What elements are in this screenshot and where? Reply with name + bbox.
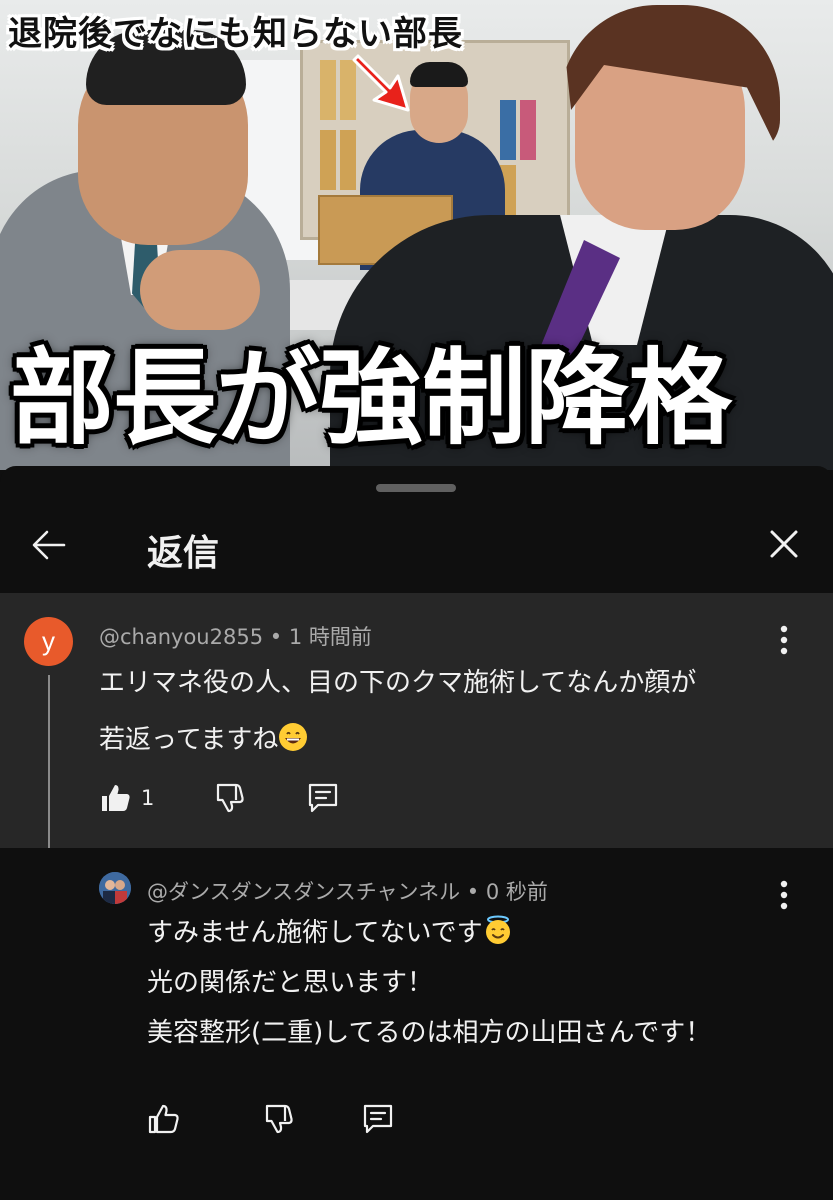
comment-author[interactable]: @chanyou2855 [99,625,263,649]
meta-separator: • [269,625,289,649]
meta-separator: • [466,880,486,904]
red-arrow-icon [352,54,410,112]
comment-body: エリマネ役の人、目の下のクマ施術してなんか顔が 若返ってますね [99,655,696,769]
thumbnail-main-caption: 部長が強制降格 [10,336,732,459]
binder [500,100,516,160]
parent-comment: y @chanyou2855 • 1 時間前 エリマネ役の人、目の下のクマ施術し… [0,593,833,890]
replies-sheet: 返信 y @chanyou2855 • 1 時間前 エリマネ役の人、目の下のクマ… [0,466,833,1200]
back-arrow-icon[interactable] [28,524,70,566]
binder [520,100,536,160]
man-left-hands [140,250,260,330]
drag-handle[interactable] [376,484,456,492]
sheet-header: 返信 [0,506,833,632]
comment-body: すみません施術してないです 光の関係だと思います！ 美容整形(二重)してるのは相… [147,908,711,1058]
like-filled-icon[interactable] [99,781,133,815]
smiling-face-with-halo-emoji-icon [485,915,510,944]
comment-line: 光の関係だと思います！ [147,968,434,998]
reply-comment: @ダンスダンスダンスチャンネル • 0 秒前 すみません施術してないです 光の関… [0,848,833,1200]
comment-meta: @ダンスダンスダンスチャンネル • 0 秒前 [147,876,548,906]
comment-meta: @chanyou2855 • 1 時間前 [99,621,372,651]
sheet-title: 返信 [147,533,220,574]
reply-comment-icon[interactable] [361,1102,395,1136]
like-icon[interactable] [147,1102,181,1136]
binder [320,60,336,120]
like-count: 1 [141,786,155,810]
grinning-face-emoji-icon [279,723,308,751]
comment-line: エリマネ役の人、目の下のクマ施術してなんか顔が [99,668,697,698]
binder [340,130,356,190]
reply-comment-icon[interactable] [306,781,340,815]
thumbnail-top-caption: 退院後でなにも知らない部長 [8,14,463,54]
video-thumbnail[interactable]: 退院後でなにも知らない部長 部長が強制降格 [0,0,833,470]
comment-line-with-emoji: すみません施術してないです [147,908,711,958]
binder [320,130,336,190]
comment-author[interactable]: @ダンスダンスダンスチャンネル [147,880,460,904]
comment-time: 1 時間前 [288,625,372,649]
comment-actions: 1 [99,781,340,815]
close-icon[interactable] [764,524,804,564]
comment-actions [147,1102,395,1136]
avatar[interactable]: y [24,617,73,666]
comment-time: 0 秒前 [485,880,548,904]
comment-line: 美容整形(二重)してるのは相方の山田さんです！ [147,1018,712,1048]
dislike-icon[interactable] [212,781,246,815]
more-vert-icon[interactable] [774,878,794,912]
comment-line-with-emoji: 若返ってますね [99,712,696,769]
more-vert-icon[interactable] [774,623,794,657]
avatar[interactable] [99,872,131,904]
dislike-icon[interactable] [261,1102,295,1136]
